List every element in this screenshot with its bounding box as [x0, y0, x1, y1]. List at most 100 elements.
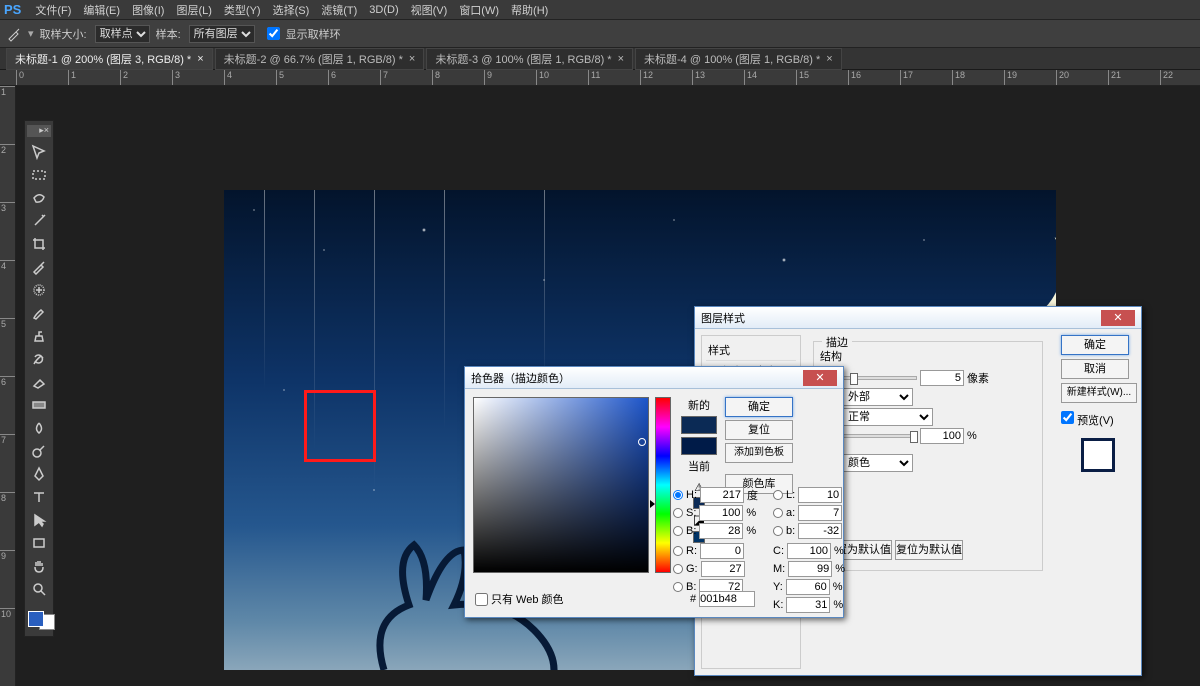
- preview-checkbox[interactable]: 预览(V): [1061, 411, 1135, 428]
- blur-tool[interactable]: [27, 417, 51, 439]
- s-input[interactable]: [699, 505, 743, 521]
- current-color-swatch[interactable]: [681, 437, 717, 455]
- b2-input[interactable]: [798, 523, 842, 539]
- hue-slider[interactable]: [655, 397, 671, 573]
- fill-type-select[interactable]: 颜色: [843, 454, 913, 472]
- tab-label: 未标题-1 @ 200% (图层 3, RGB/8) *: [15, 51, 191, 67]
- menu-filter[interactable]: 滤镜(T): [315, 0, 363, 20]
- sample-select[interactable]: 所有图层: [189, 25, 255, 43]
- move-tool[interactable]: [27, 141, 51, 163]
- palette-grip-icon[interactable]: ▸×: [27, 125, 51, 137]
- crop-tool[interactable]: [27, 233, 51, 255]
- ok-button[interactable]: 确定: [725, 397, 793, 417]
- ruler-tick: 8: [432, 70, 440, 85]
- close-icon[interactable]: ×: [197, 53, 203, 65]
- reset-button[interactable]: 复位: [725, 420, 793, 440]
- new-style-button[interactable]: 新建样式(W)...: [1061, 383, 1137, 403]
- size-slider[interactable]: [843, 376, 917, 380]
- size-input[interactable]: [920, 370, 964, 386]
- color-field[interactable]: [473, 397, 649, 573]
- close-icon[interactable]: ×: [409, 53, 415, 65]
- menu-image[interactable]: 图像(I): [126, 0, 170, 20]
- menu-type[interactable]: 类型(Y): [218, 0, 267, 20]
- doc-tab-1[interactable]: 未标题-1 @ 200% (图层 3, RGB/8) * ×: [6, 48, 213, 70]
- radio-g[interactable]: [673, 564, 683, 574]
- opacity-slider[interactable]: [843, 434, 917, 438]
- ruler-tick: 9: [484, 70, 492, 85]
- ruler-tick: 10: [536, 70, 549, 85]
- close-icon[interactable]: ×: [618, 53, 624, 65]
- menu-view[interactable]: 视图(V): [405, 0, 454, 20]
- radio-s[interactable]: [673, 508, 683, 518]
- zoom-tool[interactable]: [27, 578, 51, 600]
- menu-select[interactable]: 选择(S): [267, 0, 316, 20]
- brush-tool[interactable]: [27, 302, 51, 324]
- menu-layer[interactable]: 图层(L): [170, 0, 217, 20]
- ruler-tick: 13: [692, 70, 705, 85]
- radio-r[interactable]: [673, 546, 683, 556]
- color-swatches[interactable]: [27, 606, 51, 632]
- web-only-label: 只有 Web 颜色: [491, 591, 564, 607]
- radio-b[interactable]: [673, 526, 683, 536]
- menu-help[interactable]: 帮助(H): [505, 0, 554, 20]
- g-input[interactable]: [701, 561, 745, 577]
- eyedropper-tool[interactable]: [27, 256, 51, 278]
- chevron-down-icon[interactable]: ▾: [28, 27, 34, 40]
- ok-button[interactable]: 确定: [1061, 335, 1129, 355]
- web-only-checkbox[interactable]: [475, 593, 488, 606]
- clone-stamp-tool[interactable]: [27, 325, 51, 347]
- radio-bb[interactable]: [673, 582, 683, 592]
- close-icon[interactable]: ✕: [803, 370, 837, 386]
- opacity-input[interactable]: [920, 428, 964, 444]
- eraser-tool[interactable]: [27, 371, 51, 393]
- radio-l[interactable]: [773, 490, 783, 500]
- menu-edit[interactable]: 编辑(E): [77, 0, 126, 20]
- c-input[interactable]: [787, 543, 831, 559]
- m-input[interactable]: [788, 561, 832, 577]
- list-item[interactable]: 样式: [706, 340, 796, 361]
- hand-tool[interactable]: [27, 555, 51, 577]
- pen-tool[interactable]: [27, 463, 51, 485]
- magic-wand-tool[interactable]: [27, 210, 51, 232]
- show-ring-checkbox[interactable]: [267, 27, 280, 40]
- rectangle-tool[interactable]: [27, 532, 51, 554]
- sample-size-select[interactable]: 取样点: [95, 25, 150, 43]
- history-brush-tool[interactable]: [27, 348, 51, 370]
- hex-input[interactable]: [699, 591, 755, 607]
- path-select-tool[interactable]: [27, 509, 51, 531]
- h-input[interactable]: [700, 487, 744, 503]
- radio-a[interactable]: [773, 508, 783, 518]
- dialog-titlebar[interactable]: 拾色器（描边颜色） ✕: [465, 367, 843, 389]
- bv-input[interactable]: [699, 523, 743, 539]
- marquee-tool[interactable]: [27, 164, 51, 186]
- close-icon[interactable]: ×: [826, 53, 832, 65]
- gradient-tool[interactable]: [27, 394, 51, 416]
- options-bar: ▾ 取样大小: 取样点 样本: 所有图层 显示取样环: [0, 20, 1200, 48]
- r-input[interactable]: [700, 543, 744, 559]
- lasso-tool[interactable]: [27, 187, 51, 209]
- dodge-tool[interactable]: [27, 440, 51, 462]
- radio-h[interactable]: [673, 490, 683, 500]
- foreground-swatch[interactable]: [28, 611, 44, 627]
- l-input[interactable]: [798, 487, 842, 503]
- blend-mode-select[interactable]: 正常: [843, 408, 933, 426]
- menu-file[interactable]: 文件(F): [29, 0, 77, 20]
- radio-b2[interactable]: [773, 526, 783, 536]
- doc-tab-4[interactable]: 未标题-4 @ 100% (图层 1, RGB/8) *×: [635, 48, 842, 70]
- cancel-button[interactable]: 取消: [1061, 359, 1129, 379]
- close-icon[interactable]: ✕: [1101, 310, 1135, 326]
- position-select[interactable]: 外部: [843, 388, 913, 406]
- a-input[interactable]: [798, 505, 842, 521]
- k-input[interactable]: [786, 597, 830, 613]
- doc-tab-3[interactable]: 未标题-3 @ 100% (图层 1, RGB/8) *×: [426, 48, 633, 70]
- unit-label: %: [967, 430, 977, 442]
- menu-3d[interactable]: 3D(D): [363, 2, 404, 18]
- y-input[interactable]: [786, 579, 830, 595]
- add-swatch-button[interactable]: 添加到色板: [725, 443, 793, 463]
- dialog-titlebar[interactable]: 图层样式 ✕: [695, 307, 1141, 329]
- doc-tab-2[interactable]: 未标题-2 @ 66.7% (图层 1, RGB/8) *×: [215, 48, 425, 70]
- menu-window[interactable]: 窗口(W): [453, 0, 505, 20]
- type-tool[interactable]: [27, 486, 51, 508]
- spot-heal-tool[interactable]: [27, 279, 51, 301]
- reset-default-button[interactable]: 复位为默认值: [895, 540, 963, 560]
